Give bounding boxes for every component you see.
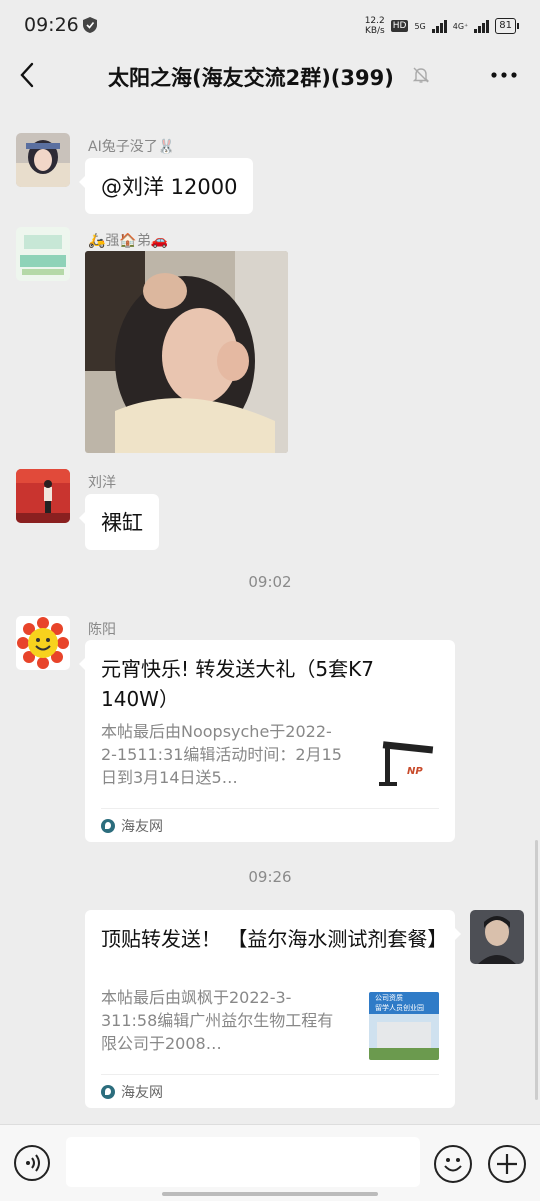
source-logo-icon [101, 1085, 115, 1099]
timestamp: 09:26 [248, 868, 292, 886]
net-type-2: 4G⁺ [452, 21, 469, 31]
thumb-logo: NP [407, 766, 423, 777]
speed-unit: KB/s [364, 26, 385, 36]
card-description: 本帖最后由Noopsyche于2022-2-1511:31编辑活动时间：2月15… [101, 722, 342, 787]
source-name: 海友网 [121, 1085, 163, 1101]
card-source: 海友网 [101, 1082, 163, 1102]
input-bar [0, 1124, 540, 1201]
smile-icon [444, 1158, 462, 1172]
card-thumbnail: 公司资质 留学人员创业园 [369, 992, 439, 1060]
net-type-1: 5G [414, 21, 426, 31]
bell-off-icon [412, 67, 430, 83]
avatar[interactable] [16, 469, 70, 523]
more-options-button[interactable] [490, 64, 518, 86]
photo-message[interactable] [85, 251, 288, 453]
card-source: 海友网 [101, 816, 163, 836]
message-input[interactable] [66, 1137, 420, 1187]
avatar[interactable] [470, 910, 524, 964]
sender-name: 🛵强🏠弟🚗 [88, 233, 169, 249]
link-card[interactable]: 顶贴转发送！ 【益尔海水测试剂套餐】 本帖最后由飒枫于2022-3-311:58… [85, 910, 461, 1108]
status-time: 09:26 [24, 14, 79, 36]
back-button[interactable] [14, 60, 42, 90]
sender-name: 陈阳 [88, 622, 116, 638]
chat-title: 太阳之海(海友交流2群)(399) [108, 66, 394, 90]
speed-value: 12.2 [364, 16, 385, 26]
link-card[interactable]: 元宵快乐! 转发送大礼（5套K7 140W） 本帖最后由Noopsyche于20… [79, 640, 455, 842]
sender-name: 刘洋 [88, 475, 116, 491]
message-bubble[interactable]: 裸缸 [79, 494, 159, 550]
status-bar: 09:26 12.2 KB/s HD 5G 4G⁺ 81 [0, 0, 540, 50]
voice-input-button[interactable] [14, 1145, 50, 1181]
avatar[interactable] [16, 227, 70, 281]
card-title: 元宵快乐! 转发送大礼（5套K7 140W） [101, 657, 374, 711]
source-logo-icon [101, 819, 115, 833]
card-title: 顶贴转发送！ 【益尔海水测试剂套餐】 [101, 927, 448, 951]
message-text: @刘洋 12000 [101, 175, 238, 199]
more-actions-button[interactable] [488, 1145, 526, 1183]
thumb-heading: 公司资质 [375, 994, 403, 1002]
shield-icon [83, 17, 97, 33]
status-indicators: 12.2 KB/s HD 5G 4G⁺ 81 [365, 14, 519, 38]
message-list[interactable]: AI兔子没了🐰 @刘洋 12000 🛵强🏠弟🚗 刘洋 裸缸 09:02 陈阳 元… [0, 102, 540, 1124]
avatar[interactable] [16, 133, 70, 187]
chat-header: 太阳之海(海友交流2群)(399) [0, 50, 540, 102]
message-text: 裸缸 [101, 511, 143, 535]
plus-icon [497, 1154, 517, 1174]
card-description: 本帖最后由飒枫于2022-3-311:58编辑广州益尔生物工程有限公司于2008… [101, 988, 334, 1053]
hd-badge: HD [390, 20, 409, 32]
message-bubble[interactable]: @刘洋 12000 [78, 158, 254, 214]
signal-icon-2 [474, 19, 490, 33]
divider [101, 1074, 439, 1075]
signal-icon [431, 19, 447, 33]
divider [101, 808, 439, 809]
emoji-button[interactable] [434, 1145, 472, 1183]
card-thumbnail: NP [369, 730, 439, 800]
timestamp: 09:02 [248, 573, 292, 591]
network-speed: 12.2 KB/s [365, 16, 385, 36]
sender-name: AI兔子没了🐰 [88, 139, 176, 155]
scrollbar[interactable] [535, 840, 538, 1100]
source-name: 海友网 [121, 819, 163, 835]
voice-icon [26, 1154, 40, 1172]
thumb-subheading: 留学人员创业园 [375, 1004, 424, 1012]
avatar[interactable] [16, 616, 70, 670]
battery-icon: 81 [495, 18, 519, 34]
home-indicator[interactable] [162, 1192, 378, 1196]
lamp-icon [379, 741, 434, 786]
